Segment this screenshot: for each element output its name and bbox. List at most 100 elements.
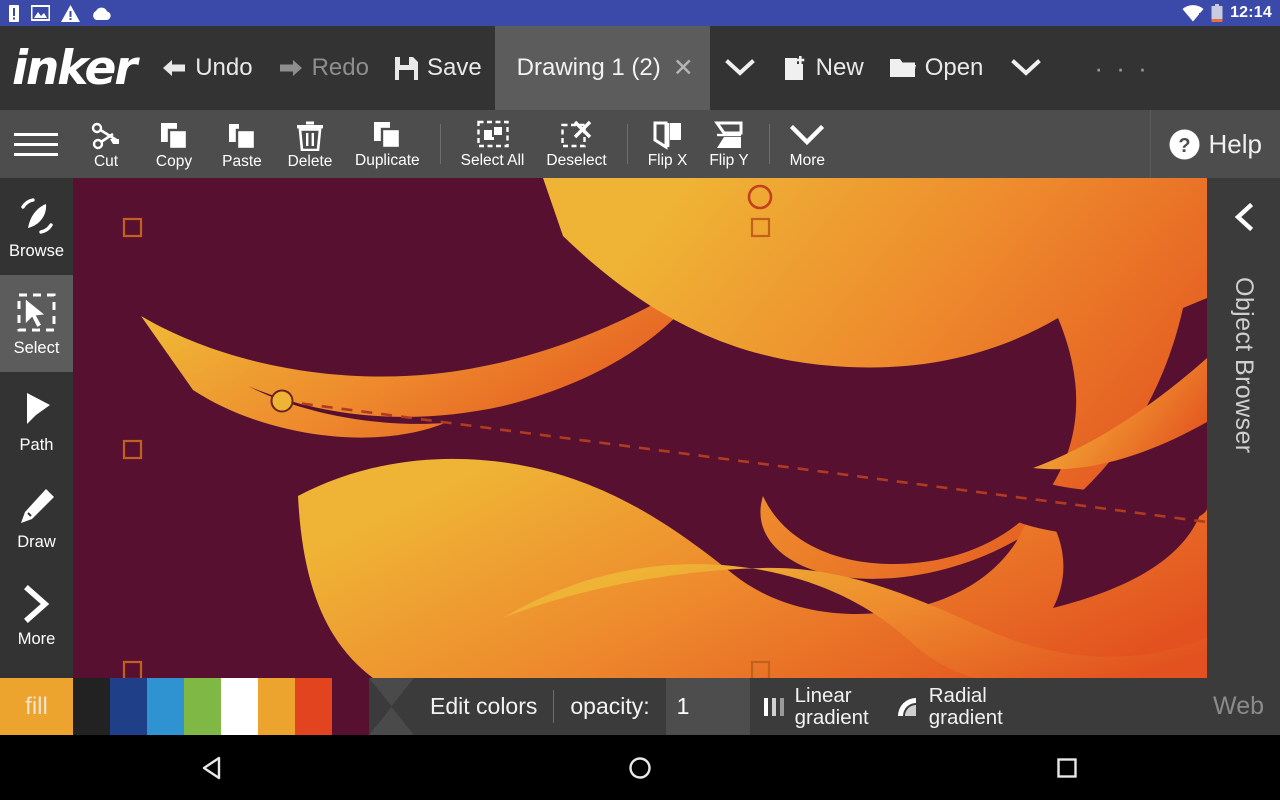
linear-gradient-line1: Linear <box>795 685 869 707</box>
opacity-input[interactable]: 1 <box>666 678 750 735</box>
save-button[interactable]: Save <box>382 26 495 110</box>
open-document-button[interactable]: Open <box>877 26 997 110</box>
open-recent-dropdown-button[interactable] <box>996 26 1056 110</box>
color-swatch[interactable] <box>73 678 110 735</box>
color-swatch[interactable] <box>221 678 258 735</box>
floppy-save-icon <box>395 57 418 80</box>
app-title-bar: inker Undo Redo Save Drawing 1 (2) ✕ <box>0 26 1280 110</box>
duplicate-button[interactable]: Duplicate <box>344 110 431 178</box>
sidebar-item-draw[interactable]: Draw <box>0 469 73 566</box>
radial-gradient-button[interactable]: Radial gradient <box>882 678 1016 735</box>
deselect-button[interactable]: Deselect <box>535 110 617 178</box>
edit-toolbar: Cut Copy Paste <box>0 110 1280 178</box>
web-colors-button[interactable]: Web <box>1213 678 1280 735</box>
object-browser-collapse-button[interactable] <box>1231 200 1257 239</box>
sidebar-label-more: More <box>18 631 56 648</box>
battery-icon <box>1211 4 1223 22</box>
no-color-x-icon[interactable] <box>369 678 414 735</box>
copy-icon <box>159 120 189 152</box>
chevron-down-icon <box>725 59 755 77</box>
overflow-menu-button[interactable]: · · · <box>1078 53 1165 84</box>
selection-handle-bl[interactable] <box>124 662 141 678</box>
object-browser-panel: Object Browser <box>1207 178 1280 678</box>
wifi-alert-icon <box>1182 5 1204 22</box>
delete-label: Delete <box>288 154 333 170</box>
linear-gradient-line2: gradient <box>795 707 869 729</box>
deselect-icon <box>561 119 593 151</box>
radial-gradient-icon <box>895 695 921 719</box>
flip-y-icon <box>714 119 744 151</box>
new-document-button[interactable]: New <box>770 26 877 110</box>
radial-gradient-line1: Radial <box>929 685 1003 707</box>
hamburger-line <box>14 143 58 146</box>
triangle-left-icon <box>199 755 227 781</box>
sidebar-item-path[interactable]: Path <box>0 372 73 469</box>
color-swatch[interactable] <box>147 678 184 735</box>
duplicate-label: Duplicate <box>355 153 420 169</box>
drawing-canvas[interactable] <box>73 178 1207 678</box>
new-file-icon <box>783 56 807 81</box>
selection-handle-ml[interactable] <box>124 441 141 458</box>
undo-button[interactable]: Undo <box>149 26 265 110</box>
document-tab-drawing-1[interactable]: Drawing 1 (2) ✕ <box>495 26 710 110</box>
cut-button[interactable]: Cut <box>72 110 140 178</box>
color-swatch[interactable] <box>258 678 295 735</box>
save-label: Save <box>427 54 482 82</box>
flame-tongue-upper-left <box>141 270 713 438</box>
opacity-label: opacity: <box>554 678 665 735</box>
linear-gradient-button[interactable]: Linear gradient <box>750 678 882 735</box>
chevron-left-icon <box>1231 200 1257 234</box>
paste-label: Paste <box>222 154 262 170</box>
flip-x-button[interactable]: Flip X <box>637 110 699 178</box>
toolbar-divider <box>440 124 441 164</box>
sidebar-item-select[interactable]: Select <box>0 275 73 372</box>
current-fill-swatch[interactable]: fill <box>0 678 73 735</box>
color-swatch[interactable] <box>295 678 332 735</box>
sidebar-label-draw: Draw <box>17 534 56 551</box>
menu-hamburger-button[interactable] <box>0 110 72 178</box>
color-swatch[interactable] <box>184 678 221 735</box>
sidebar-label-select: Select <box>14 340 60 357</box>
tab-list-dropdown-button[interactable] <box>710 26 770 110</box>
radial-gradient-label: Radial gradient <box>929 685 1003 728</box>
undo-label: Undo <box>195 54 252 82</box>
circle-icon <box>627 755 653 781</box>
color-swatch[interactable] <box>110 678 147 735</box>
edit-colors-button[interactable]: Edit colors <box>414 678 553 735</box>
linear-gradient-icon <box>763 695 787 719</box>
hamburger-line <box>14 153 58 156</box>
tab-title: Drawing 1 (2) <box>517 54 661 82</box>
trash-icon <box>296 120 324 152</box>
toolbar-more-button[interactable]: More <box>779 110 836 178</box>
image-icon <box>31 5 50 21</box>
gradient-start-node[interactable] <box>272 391 293 412</box>
redo-button[interactable]: Redo <box>266 26 382 110</box>
android-home-button[interactable] <box>585 735 695 800</box>
paste-button[interactable]: Paste <box>208 110 276 178</box>
android-recents-button[interactable] <box>1012 735 1122 800</box>
color-swatch[interactable] <box>332 678 369 735</box>
paste-icon <box>227 120 257 152</box>
arrow-left-icon <box>162 57 186 79</box>
sidebar-label-path: Path <box>20 437 54 454</box>
toolbar-divider <box>627 124 628 164</box>
select-all-button[interactable]: Select All <box>450 110 536 178</box>
delete-button[interactable]: Delete <box>276 110 344 178</box>
help-circle-icon: ? <box>1169 129 1200 160</box>
sidebar-item-browse[interactable]: Browse <box>0 178 73 275</box>
flame-graphic <box>73 178 1207 678</box>
svg-text:?: ? <box>1178 135 1190 157</box>
sidebar-item-more[interactable]: More <box>0 566 73 663</box>
android-back-button[interactable] <box>158 735 268 800</box>
select-all-icon <box>477 119 509 151</box>
tool-sidebar: Browse Select Path <box>0 178 73 678</box>
copy-button[interactable]: Copy <box>140 110 208 178</box>
new-label: New <box>816 54 864 82</box>
help-button[interactable]: ? Help <box>1150 110 1280 178</box>
selection-handle-tl[interactable] <box>124 219 141 236</box>
android-nav-bar <box>0 735 1280 800</box>
flip-y-button[interactable]: Flip Y <box>698 110 759 178</box>
close-icon[interactable]: ✕ <box>673 56 694 81</box>
chevron-right-icon <box>20 582 54 626</box>
scissors-icon <box>91 120 121 152</box>
